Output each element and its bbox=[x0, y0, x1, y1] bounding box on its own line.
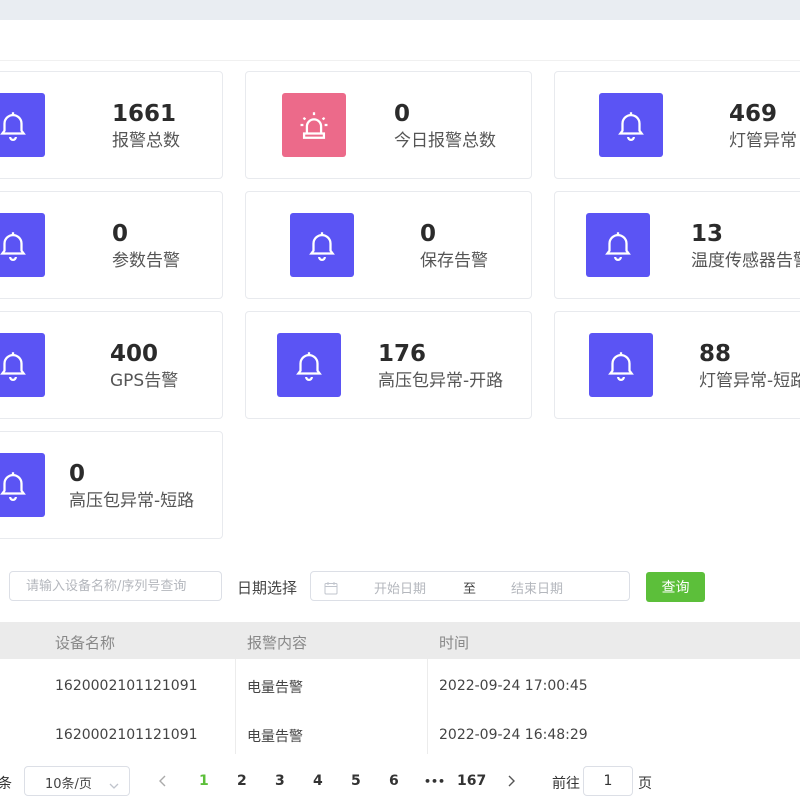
page-suffix: 页 bbox=[638, 776, 652, 792]
stat-value: 88 bbox=[699, 341, 732, 367]
page-size-value: 10条/页 bbox=[45, 777, 92, 792]
more-pages-ellipsis[interactable]: ••• bbox=[424, 775, 445, 788]
stat-value: 469 bbox=[729, 101, 778, 127]
stat-label: 灯管异常 bbox=[729, 131, 797, 151]
end-date-input[interactable]: 结束日期 bbox=[511, 578, 563, 597]
time-cell: 2022-09-24 17:00:45 bbox=[439, 678, 588, 694]
column-header-time: 时间 bbox=[439, 634, 470, 652]
bell-icon bbox=[0, 93, 45, 157]
siren-icon bbox=[282, 93, 346, 157]
stat-label: GPS告警 bbox=[110, 371, 179, 391]
device-name-cell: 1620002101121091 bbox=[55, 727, 198, 743]
page-size-select[interactable]: 10条/页 bbox=[24, 766, 130, 796]
page-number-6[interactable]: 6 bbox=[389, 773, 399, 789]
divider bbox=[0, 60, 800, 61]
alarm-content-cell: 电量告警 bbox=[247, 729, 303, 745]
prev-page-icon[interactable] bbox=[158, 775, 168, 791]
stat-value: 176 bbox=[378, 341, 427, 367]
calendar-icon bbox=[324, 580, 338, 599]
range-separator: 至 bbox=[463, 582, 477, 597]
stat-value: 13 bbox=[691, 221, 724, 247]
stat-value: 1661 bbox=[112, 101, 177, 127]
stat-card-temp-sensor-alarm[interactable]: 13 温度传感器告警 bbox=[554, 191, 800, 299]
stat-card-today-alarms[interactable]: 0 今日报警总数 bbox=[245, 71, 532, 179]
date-range-picker[interactable]: 开始日期 至 结束日期 bbox=[310, 571, 630, 601]
stat-value: 400 bbox=[110, 341, 159, 367]
stat-card-lamp-fault[interactable]: 469 灯管异常 bbox=[554, 71, 800, 179]
bell-icon bbox=[290, 213, 354, 277]
stat-value: 0 bbox=[420, 221, 437, 247]
time-cell: 2022-09-24 16:48:29 bbox=[439, 727, 588, 743]
stat-card-total-alarms[interactable]: 1661 报警总数 bbox=[0, 71, 223, 179]
stat-label: 今日报警总数 bbox=[394, 131, 496, 151]
stat-label: 参数告警 bbox=[112, 251, 180, 271]
stat-card-hv-short[interactable]: 0 高压包异常-短路 bbox=[0, 431, 223, 539]
stat-label: 高压包异常-短路 bbox=[69, 491, 195, 511]
goto-page-input[interactable] bbox=[583, 766, 633, 796]
stat-card-lamp-short[interactable]: 88 灯管异常-短路 bbox=[554, 311, 800, 419]
alarm-content-cell: 电量告警 bbox=[247, 680, 303, 696]
bell-icon bbox=[0, 453, 45, 517]
bell-icon bbox=[599, 93, 663, 157]
stat-card-hv-open[interactable]: 176 高压包异常-开路 bbox=[245, 311, 532, 419]
bell-icon bbox=[589, 333, 653, 397]
query-button[interactable]: 查询 bbox=[646, 572, 705, 602]
stat-label: 灯管异常-短路 bbox=[699, 371, 800, 391]
stat-value: 0 bbox=[394, 101, 411, 127]
page-number-4[interactable]: 4 bbox=[313, 773, 323, 789]
stat-value: 0 bbox=[69, 461, 86, 487]
start-date-input[interactable]: 开始日期 bbox=[374, 578, 426, 597]
column-header-alarm-content: 报警内容 bbox=[247, 634, 308, 652]
next-page-icon[interactable] bbox=[506, 775, 516, 791]
stat-card-gps-alarm[interactable]: 400 GPS告警 bbox=[0, 311, 223, 419]
top-bar bbox=[0, 0, 800, 20]
total-count-suffix: 条 bbox=[0, 776, 12, 792]
stat-value: 0 bbox=[112, 221, 129, 247]
chevron-down-icon bbox=[109, 776, 119, 795]
stat-label: 保存告警 bbox=[420, 251, 488, 271]
stat-card-save-alarm[interactable]: 0 保存告警 bbox=[245, 191, 532, 299]
page-number-2[interactable]: 2 bbox=[237, 773, 247, 789]
stat-card-param-alarm[interactable]: 0 参数告警 bbox=[0, 191, 223, 299]
page-number-last[interactable]: 167 bbox=[457, 773, 486, 789]
search-input[interactable] bbox=[9, 571, 222, 601]
page-number-5[interactable]: 5 bbox=[351, 773, 361, 789]
bell-icon bbox=[0, 213, 45, 277]
bell-icon bbox=[0, 333, 45, 397]
page-number-3[interactable]: 3 bbox=[275, 773, 285, 789]
stat-label: 高压包异常-开路 bbox=[378, 371, 504, 391]
date-label: 日期选择 bbox=[237, 579, 298, 597]
page-number-1[interactable]: 1 bbox=[199, 773, 209, 789]
bell-icon bbox=[586, 213, 650, 277]
table-row[interactable]: 1620002101121091 电量告警 2022-09-24 16:48:2… bbox=[0, 710, 800, 759]
goto-label: 前往 bbox=[552, 776, 580, 792]
table-header: 设备名称 报警内容 时间 bbox=[0, 622, 800, 659]
stat-label: 温度传感器告警 bbox=[691, 251, 800, 271]
device-name-cell: 1620002101121091 bbox=[55, 678, 198, 694]
table-row[interactable]: 1620002101121091 电量告警 2022-09-24 17:00:4… bbox=[0, 661, 800, 710]
bell-icon bbox=[277, 333, 341, 397]
stat-label: 报警总数 bbox=[112, 131, 180, 151]
column-header-device-name: 设备名称 bbox=[55, 634, 116, 652]
